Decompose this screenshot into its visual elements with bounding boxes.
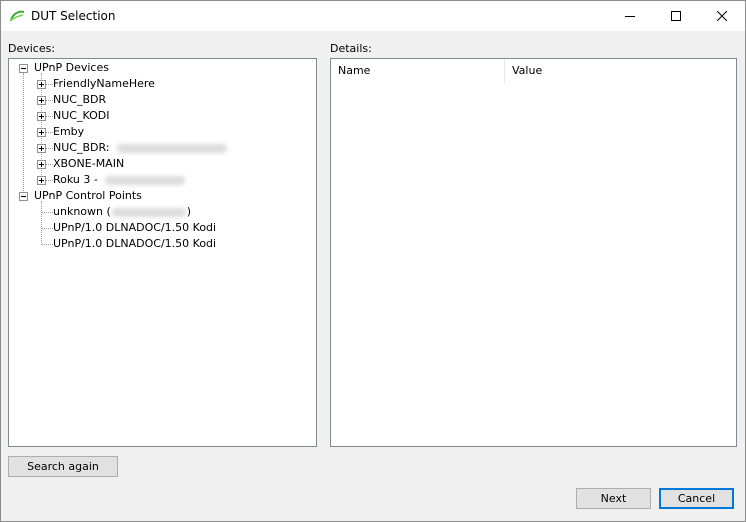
details-list[interactable]: Name Value — [330, 58, 737, 447]
minimize-icon — [625, 16, 635, 17]
maximize-icon — [671, 11, 681, 21]
expand-icon[interactable] — [37, 160, 46, 169]
minimize-button[interactable] — [607, 1, 653, 31]
redacted-text — [117, 143, 227, 153]
collapse-icon[interactable] — [19, 64, 28, 73]
expand-icon[interactable] — [37, 80, 46, 89]
expand-icon[interactable] — [37, 112, 46, 121]
expand-icon[interactable] — [37, 144, 46, 153]
close-button[interactable] — [699, 1, 745, 31]
redacted-text — [105, 175, 186, 185]
collapse-icon[interactable] — [19, 192, 28, 201]
next-button[interactable]: Next — [576, 488, 651, 509]
close-icon — [717, 11, 727, 21]
devices-label: Devices: — [8, 42, 56, 55]
dut-selection-window: DUT Selection Devices: Details: UPnP Dev… — [0, 0, 746, 522]
maximize-button[interactable] — [653, 1, 699, 31]
expand-icon[interactable] — [37, 96, 46, 105]
expand-icon[interactable] — [37, 128, 46, 137]
details-label: Details: — [330, 42, 372, 55]
column-header-name[interactable]: Name — [331, 59, 505, 83]
devices-tree[interactable]: UPnP Devices FriendlyNameHere NUC_BDR NU… — [8, 58, 317, 447]
green-swoosh-icon — [9, 9, 25, 23]
expand-icon[interactable] — [37, 176, 46, 185]
tree-connector — [23, 73, 24, 197]
title-bar[interactable]: DUT Selection — [1, 1, 745, 31]
search-again-button[interactable]: Search again — [8, 456, 118, 477]
cancel-button[interactable]: Cancel — [659, 488, 734, 509]
window-title: DUT Selection — [31, 9, 116, 23]
tree-connector — [41, 201, 42, 245]
column-header-value[interactable]: Value — [505, 59, 736, 83]
redacted-text — [111, 207, 186, 217]
